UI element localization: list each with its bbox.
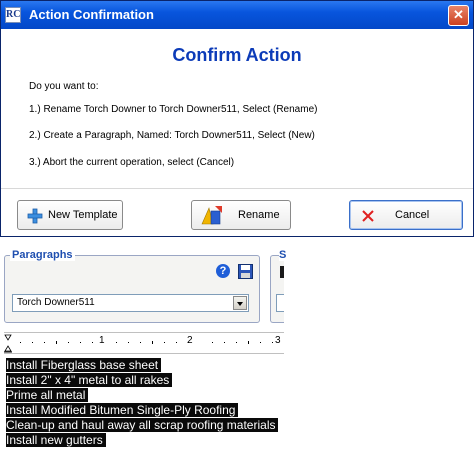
chevron-down-icon[interactable] bbox=[233, 296, 247, 310]
new-template-label: New Template bbox=[48, 209, 118, 221]
plus-icon bbox=[27, 208, 43, 224]
paragraph-select-value: Torch Downer511 bbox=[17, 297, 95, 308]
option-new-text: 2.) Create a Paragraph, Named: Torch Dow… bbox=[29, 130, 315, 141]
dialog-title: Action Confirmation bbox=[29, 7, 154, 22]
ruler-mark: 1 bbox=[99, 335, 105, 346]
prompt-text: Do you want to: bbox=[29, 81, 99, 92]
content-line[interactable]: Install 2" x 4" metal to all rakes bbox=[6, 373, 173, 387]
close-button[interactable]: ✕ bbox=[448, 5, 469, 26]
ruler-mark: 2 bbox=[187, 335, 193, 346]
app-icon: RC bbox=[5, 7, 21, 23]
help-icon[interactable]: ? bbox=[216, 264, 230, 278]
content-line[interactable]: Clean-up and haul away all scrap roofing… bbox=[6, 418, 279, 432]
option-cancel-text: 3.) Abort the current operation, select … bbox=[29, 157, 235, 168]
paragraphs-group-label: Paragraphs bbox=[10, 249, 75, 261]
new-template-button[interactable]: New Template bbox=[17, 200, 123, 230]
content-line[interactable]: Prime all metal bbox=[6, 388, 89, 402]
content-line[interactable]: Install new gutters bbox=[6, 433, 106, 447]
close-x-icon bbox=[362, 210, 374, 222]
action-confirmation-dialog: RC Action Confirmation ✕ Confirm Action … bbox=[0, 0, 474, 237]
option-rename-text: 1.) Rename Torch Downer to Torch Downer5… bbox=[29, 104, 318, 115]
dialog-heading: Confirm Action bbox=[172, 45, 302, 65]
content-line[interactable]: Install Fiberglass base sheet bbox=[6, 358, 162, 372]
cancel-label: Cancel bbox=[395, 209, 430, 221]
ruler[interactable]: 1 2 3 bbox=[4, 332, 284, 354]
secondary-group-field[interactable] bbox=[276, 294, 284, 312]
rename-icon bbox=[201, 206, 222, 225]
cancel-button[interactable]: Cancel bbox=[349, 200, 463, 230]
secondary-group-control[interactable] bbox=[280, 266, 284, 278]
title-bar[interactable]: RC Action Confirmation ✕ bbox=[1, 1, 473, 29]
rename-button[interactable]: Rename bbox=[191, 200, 291, 230]
divider bbox=[1, 188, 473, 189]
rename-label: Rename bbox=[238, 209, 280, 221]
paragraph-select[interactable]: Torch Downer511 bbox=[12, 294, 249, 312]
save-icon[interactable] bbox=[238, 264, 253, 279]
secondary-group-label: S bbox=[279, 249, 287, 261]
content-line[interactable]: Install Modified Bitumen Single-Ply Roof… bbox=[6, 403, 239, 417]
ruler-mark: 3 bbox=[275, 335, 281, 346]
ruler-ticks bbox=[4, 334, 273, 353]
